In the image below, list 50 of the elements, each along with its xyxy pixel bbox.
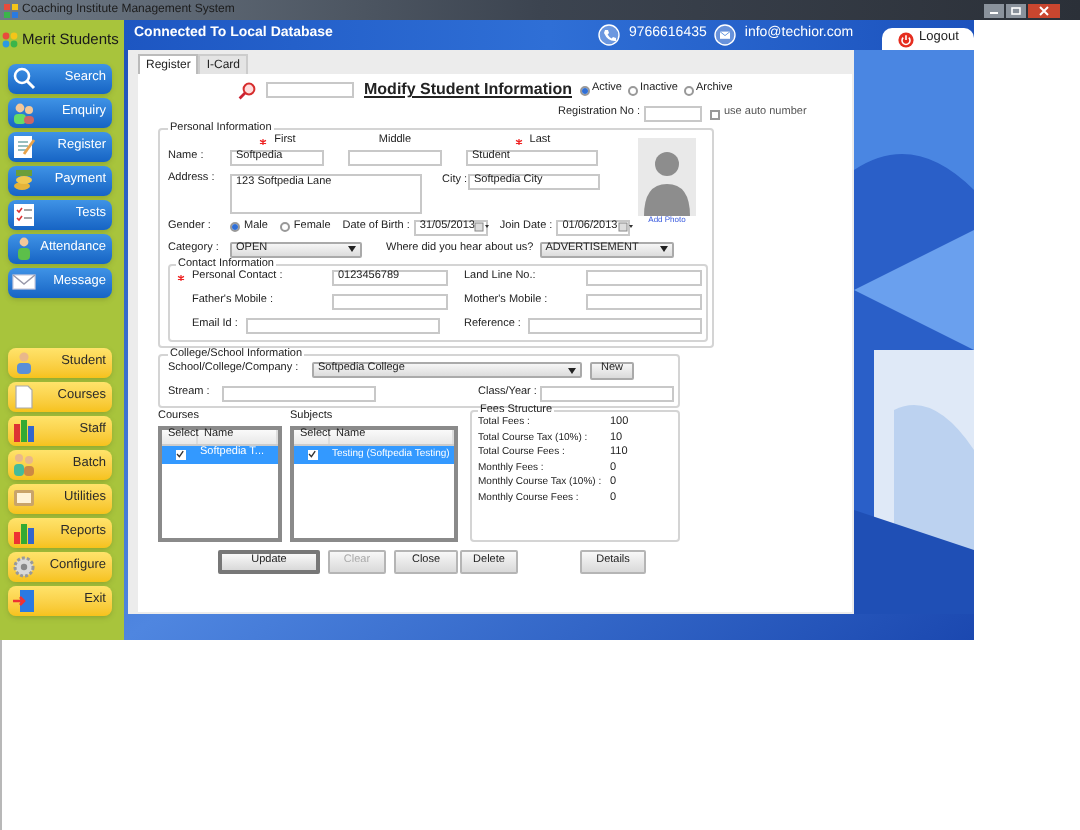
input-field[interactable] <box>528 318 702 334</box>
form-title: Modify Student Information <box>364 82 572 98</box>
dropdown-arrow-icon <box>659 246 668 252</box>
checklist-icon <box>12 202 36 228</box>
radio-button[interactable] <box>683 85 694 95</box>
monitor-icon <box>12 486 36 512</box>
power-icon <box>897 31 914 47</box>
person-icon <box>12 350 36 376</box>
input-field[interactable] <box>245 318 440 334</box>
dropdown-arrow-icon <box>348 246 356 252</box>
person-icon <box>12 236 36 262</box>
maximize-icon <box>1006 3 1026 17</box>
app-icon <box>4 3 18 17</box>
registration-field[interactable] <box>644 106 702 122</box>
person-silhouette-icon <box>638 137 696 215</box>
envelope-icon <box>714 24 737 46</box>
document-icon <box>12 384 36 410</box>
input-field[interactable] <box>586 270 702 286</box>
search-icon <box>12 66 36 92</box>
minimize-icon <box>984 3 1004 17</box>
checkbox[interactable] <box>175 449 185 459</box>
search-field[interactable] <box>266 82 354 98</box>
people-icon <box>12 452 36 478</box>
input-field[interactable] <box>332 294 448 310</box>
input-field[interactable] <box>586 294 702 310</box>
close-icon <box>1028 3 1060 17</box>
bar-chart-icon <box>12 520 36 546</box>
stream-field[interactable] <box>222 385 376 401</box>
radio-button[interactable] <box>627 85 638 95</box>
name-field[interactable] <box>348 149 442 165</box>
calendar-icon <box>617 222 634 232</box>
coins-icon <box>12 168 36 194</box>
radio-button[interactable] <box>279 222 290 232</box>
envelope-icon <box>12 270 36 296</box>
radio-button[interactable] <box>580 85 590 95</box>
door-icon <box>12 588 36 614</box>
checkbox[interactable] <box>710 109 720 119</box>
phone-icon <box>598 24 621 46</box>
search-icon <box>238 81 256 99</box>
checkmark-icon <box>176 450 184 458</box>
dropdown-arrow-icon <box>568 367 576 373</box>
checkbox[interactable] <box>307 449 317 459</box>
calendar-icon <box>474 222 491 232</box>
class-year-field[interactable] <box>540 385 675 401</box>
gear-icon <box>12 554 36 580</box>
notepad-icon <box>12 134 36 160</box>
radio-button[interactable] <box>230 222 240 232</box>
dots-logo-icon <box>2 32 18 48</box>
people-icon <box>12 100 36 126</box>
checkmark-icon <box>308 450 316 458</box>
